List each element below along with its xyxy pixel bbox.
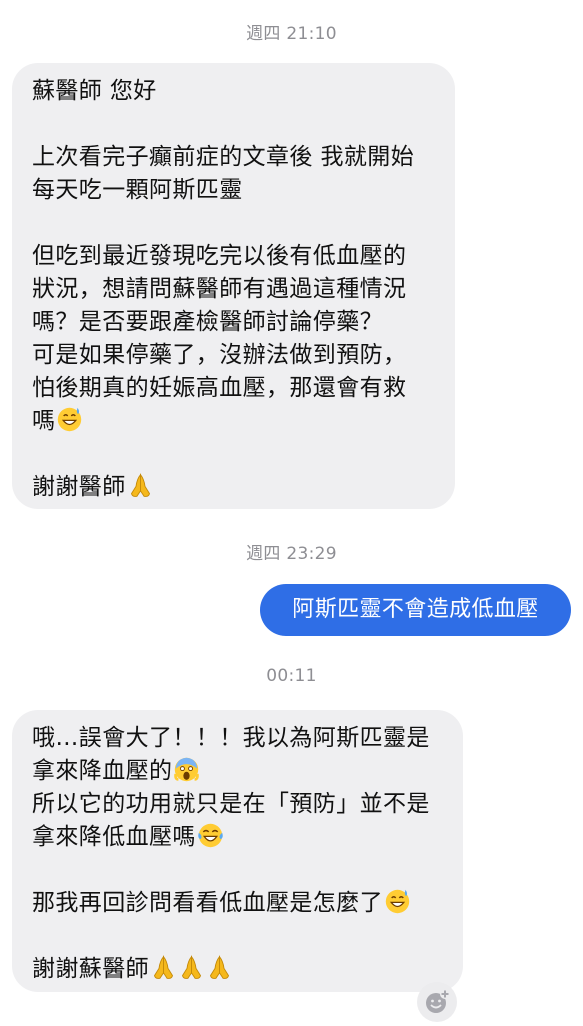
message-line-with-emoji: 拿來降血壓的 <box>32 755 463 788</box>
folded-hands-emoji <box>154 955 173 979</box>
incoming-message-bubble[interactable]: 哦…誤會大了！！！我以為阿斯匹靈是 拿來降血壓的 所以它的功用就只是在「預防」並… <box>12 710 463 992</box>
message-line-with-emoji: 嗎 <box>32 405 455 438</box>
message-line-with-emoji: 拿來降低血壓嗎 <box>32 821 463 854</box>
message-line: 但吃到最近發現吃完以後有低血壓的 <box>32 243 407 269</box>
message-text: 拿來降血壓的 <box>32 758 173 784</box>
timestamp: 00:11 <box>266 666 317 686</box>
message-line: 怕後期真的妊娠高血壓，那還會有救 <box>32 375 407 401</box>
add-reaction-icon <box>426 989 450 1013</box>
screaming-face-emoji <box>174 757 200 782</box>
message-line: 可是如果停藥了，沒辦法做到預防， <box>32 342 407 368</box>
message-text: 嗎 <box>32 408 56 434</box>
folded-hands-emoji <box>130 473 150 497</box>
message-line-with-emoji: 謝謝醫師 <box>32 471 455 504</box>
message-text: 謝謝醫師 <box>32 474 126 500</box>
grinning-sweat-emoji <box>385 889 410 914</box>
message-text: 拿來降低血壓嗎 <box>32 824 196 850</box>
folded-hands-emoji <box>182 955 201 979</box>
timestamp: 週四 21:10 <box>246 24 337 44</box>
message-text: 阿斯匹靈不會造成低血壓 <box>292 597 539 622</box>
message-line: 每天吃一顆阿斯匹靈 <box>32 177 243 203</box>
message-line: 上次看完子癲前症的文章後 我就開始 <box>32 144 415 170</box>
incoming-message-bubble[interactable]: 蘇醫師 您好 上次看完子癲前症的文章後 我就開始 每天吃一顆阿斯匹靈 但吃到最近… <box>12 63 455 509</box>
grinning-sweat-emoji <box>58 407 82 432</box>
message-line: 狀況，想請問蘇醫師有遇過這種情況 <box>32 276 407 302</box>
message-line: 嗎？是否要跟產檢醫師討論停藥？ <box>32 309 383 335</box>
message-line: 哦…誤會大了！！！我以為阿斯匹靈是 <box>32 725 430 751</box>
folded-hands-emoji <box>210 955 229 979</box>
message-line-with-emoji: 謝謝蘇醫師 <box>32 953 463 986</box>
tears-of-joy-emoji <box>198 823 223 848</box>
add-reaction-button[interactable] <box>417 982 457 1022</box>
message-line: 蘇醫師 您好 <box>32 78 157 104</box>
outgoing-message-bubble[interactable]: 阿斯匹靈不會造成低血壓 <box>260 584 571 636</box>
message-line-with-emoji: 那我再回診問看看低血壓是怎麼了 <box>32 887 463 920</box>
timestamp: 週四 23:29 <box>246 544 337 564</box>
message-text: 那我再回診問看看低血壓是怎麼了 <box>32 890 383 916</box>
message-line: 所以它的功用就只是在「預防」並不是 <box>32 791 430 817</box>
message-text: 謝謝蘇醫師 <box>32 956 149 982</box>
